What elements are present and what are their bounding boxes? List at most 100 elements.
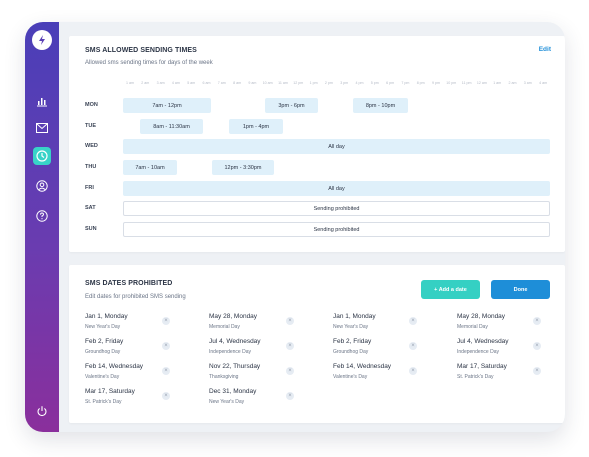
- hour-label: 4 am: [171, 81, 180, 85]
- hour-label: 9 am: [248, 81, 257, 85]
- hour-label: 5 pm: [370, 81, 379, 85]
- sidebar: [25, 22, 59, 432]
- time-slot[interactable]: 7am - 10am: [123, 160, 177, 175]
- hour-label: 8 am: [233, 81, 242, 85]
- day-label-sun: SUN: [85, 226, 97, 232]
- prohibited-date-item: Jul 4, Wednesday Independence Day: [209, 338, 309, 360]
- clock-icon[interactable]: [33, 147, 51, 165]
- prohibited-date-item: Dec 31, Monday New Year's Day: [209, 388, 309, 410]
- date-label: Feb 2, Friday: [333, 338, 372, 345]
- time-slot[interactable]: 12pm - 3:30pm: [212, 160, 274, 175]
- prohibited-date-item: Jul 4, Wednesday Independence Day: [457, 338, 557, 360]
- date-label: Feb 14, Wednesday: [333, 363, 392, 370]
- remove-date-icon[interactable]: ×: [286, 392, 294, 400]
- remove-date-icon[interactable]: ×: [533, 342, 541, 350]
- lightning-bolt-icon[interactable]: [32, 30, 52, 50]
- prohibited-date-item: Feb 2, Friday Groundhog Day: [333, 338, 433, 360]
- hour-label: 5 am: [187, 81, 196, 85]
- remove-date-icon[interactable]: ×: [162, 367, 170, 375]
- date-label: May 28, Monday: [457, 313, 506, 320]
- prohibited-date-item: Mar 17, Saturday St. Patrick's Day: [457, 363, 557, 385]
- date-label: Jul 4, Wednesday: [457, 338, 509, 345]
- allowed-times-subtitle: Allowed sms sending times for days of th…: [85, 60, 213, 66]
- hour-label: 11 am: [278, 81, 288, 85]
- hour-label: 9 pm: [432, 81, 440, 85]
- remove-date-icon[interactable]: ×: [162, 342, 170, 350]
- remove-date-icon[interactable]: ×: [409, 342, 417, 350]
- time-slot[interactable]: Sending prohibited: [123, 201, 550, 216]
- prohibited-dates-card: SMS DATES PROHIBITED Edit dates for proh…: [69, 265, 565, 423]
- prohibited-date-item: Feb 14, Wednesday Valentine's Day: [85, 363, 185, 385]
- bar-chart-icon[interactable]: [33, 92, 51, 110]
- date-label: Jul 4, Wednesday: [209, 338, 261, 345]
- remove-date-icon[interactable]: ×: [286, 317, 294, 325]
- hour-label: 7 pm: [401, 81, 410, 85]
- hour-label: 10 am: [262, 81, 273, 85]
- prohibited-date-item: Mar 17, Saturday St. Patrick's Day: [85, 388, 185, 410]
- power-icon[interactable]: [33, 402, 51, 420]
- remove-date-icon[interactable]: ×: [162, 392, 170, 400]
- date-label: Jan 1, Monday: [85, 313, 128, 320]
- user-icon[interactable]: [33, 177, 51, 195]
- hour-label: 10 pm: [446, 81, 457, 85]
- hour-label: 11 pm: [461, 81, 472, 85]
- remove-date-icon[interactable]: ×: [162, 317, 170, 325]
- day-label-fri: FRI: [85, 185, 94, 191]
- remove-date-icon[interactable]: ×: [409, 367, 417, 375]
- time-slot[interactable]: 8am - 11:30am: [140, 119, 203, 134]
- allowed-times-card: SMS ALLOWED SENDING TIMES Allowed sms se…: [69, 36, 565, 252]
- date-label: Nov 22, Thursday: [209, 363, 261, 370]
- hour-label: 2 pm: [324, 81, 333, 85]
- time-slot[interactable]: 3pm - 6pm: [265, 98, 318, 113]
- envelope-icon[interactable]: [33, 119, 51, 137]
- hour-label: 3 am: [156, 81, 165, 85]
- prohibited-date-item: May 28, Monday Memorial Day: [209, 313, 309, 335]
- remove-date-icon[interactable]: ×: [533, 367, 541, 375]
- day-label-thu: THU: [85, 164, 97, 170]
- holiday-label: Independence Day: [209, 349, 251, 355]
- time-slot[interactable]: 8pm - 10pm: [353, 98, 408, 113]
- time-slot[interactable]: 1pm - 4pm: [229, 119, 283, 134]
- date-label: Mar 17, Saturday: [85, 388, 135, 395]
- hour-label: 1 pm: [309, 81, 318, 85]
- holiday-label: Independence Day: [457, 349, 499, 355]
- date-label: May 28, Monday: [209, 313, 258, 320]
- holiday-label: St. Patrick's Day: [457, 374, 494, 380]
- remove-date-icon[interactable]: ×: [286, 367, 294, 375]
- date-label: Dec 31, Monday: [209, 388, 257, 395]
- hour-label: 1 am: [493, 81, 502, 85]
- hour-scale: 1 am 2 am 3 am 4 am 5 am 6 am 7 am 8 am 9 am 10 a…: [123, 81, 553, 91]
- prohibited-date-item: Feb 2, Friday Groundhog Day: [85, 338, 185, 360]
- prohibited-date-item: Nov 22, Thursday Thanksgiving: [209, 363, 309, 385]
- holiday-label: Valentine's Day: [333, 374, 368, 380]
- prohibited-dates-title: SMS DATES PROHIBITED: [85, 280, 173, 287]
- date-label: Feb 14, Wednesday: [85, 363, 144, 370]
- edit-link[interactable]: Edit: [539, 46, 551, 53]
- remove-date-icon[interactable]: ×: [286, 342, 294, 350]
- hour-label: 12 am: [476, 81, 487, 85]
- allowed-times-title: SMS ALLOWED SENDING TIMES: [85, 47, 197, 54]
- holiday-label: New Year's Day: [333, 324, 369, 330]
- hour-label: 1 am: [126, 81, 134, 85]
- time-slot[interactable]: Sending prohibited: [123, 222, 550, 237]
- hour-label: 12 pm: [293, 81, 304, 85]
- hour-label: 3 pm: [340, 81, 349, 85]
- hour-label: 2 am: [141, 81, 150, 85]
- time-slot[interactable]: 7am - 12pm: [123, 98, 211, 113]
- hour-label: 6 am: [202, 81, 211, 85]
- holiday-label: St. Patrick's Day: [85, 399, 122, 405]
- holiday-label: Groundhog Day: [333, 349, 369, 355]
- holiday-label: Memorial Day: [209, 324, 240, 330]
- help-icon[interactable]: [33, 207, 51, 225]
- day-label-tue: TUE: [85, 123, 96, 129]
- holiday-label: New Year's Day: [209, 399, 245, 405]
- time-slot[interactable]: All day: [123, 139, 550, 154]
- done-button[interactable]: Done: [491, 280, 550, 299]
- add-date-button[interactable]: + Add a date: [421, 280, 480, 299]
- hour-label: 7 am: [217, 81, 226, 85]
- remove-date-icon[interactable]: ×: [533, 317, 541, 325]
- time-slot[interactable]: All day: [123, 181, 550, 196]
- holiday-label: Thanksgiving: [209, 374, 239, 380]
- remove-date-icon[interactable]: ×: [409, 317, 417, 325]
- date-label: Jan 1, Monday: [333, 313, 376, 320]
